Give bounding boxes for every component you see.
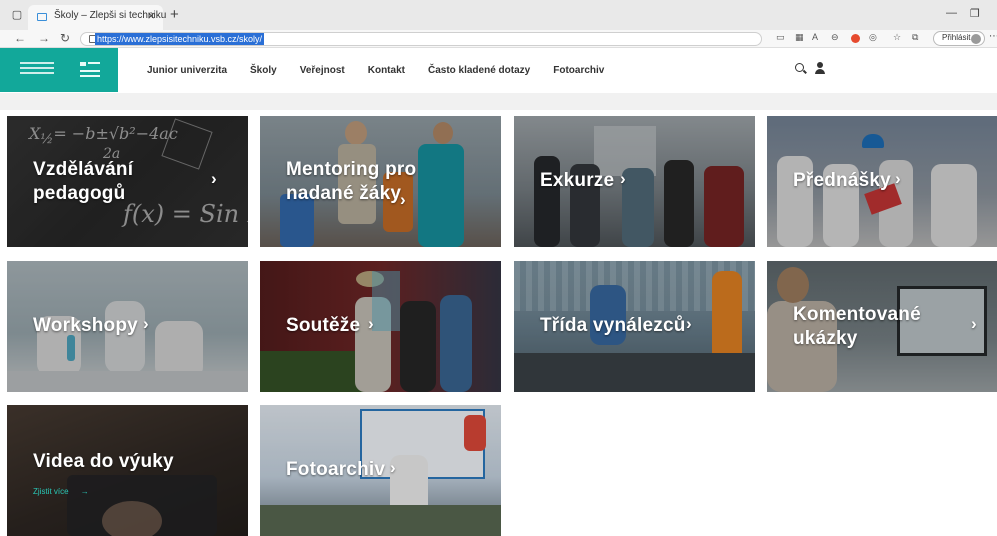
logo-text-line-icon bbox=[20, 62, 54, 64]
nav-item-faq[interactable]: Často kladené dotazy bbox=[428, 65, 530, 76]
new-tab-button[interactable]: + bbox=[170, 6, 179, 23]
tile-videa-do-vyuky[interactable]: Videa do výuky Zjistit více → bbox=[7, 405, 248, 536]
chevron-right-icon: › bbox=[211, 169, 217, 188]
logo-text-line-icon bbox=[20, 67, 54, 69]
forward-icon[interactable]: → bbox=[38, 31, 50, 45]
tile-title-line2: nadané žáky bbox=[286, 183, 402, 204]
tile-prednasky[interactable]: Přednášky › bbox=[767, 116, 997, 247]
tile-title-line1: Vzdělávání bbox=[33, 159, 134, 180]
chevron-right-icon: › bbox=[368, 314, 374, 333]
site-favicon-icon bbox=[37, 13, 47, 21]
read-aloud-icon[interactable]: A bbox=[812, 32, 818, 42]
chevron-right-icon: › bbox=[895, 169, 901, 188]
chevron-right-icon: › bbox=[390, 458, 396, 477]
tile-title-line1: Workshopy bbox=[33, 315, 138, 336]
signin-button[interactable]: Přihlásit bbox=[933, 31, 985, 46]
tab-close-icon[interactable]: × bbox=[147, 8, 155, 23]
arrow-right-icon: → bbox=[80, 487, 89, 496]
restore-icon[interactable]: ❐ bbox=[970, 7, 980, 20]
chevron-right-icon: › bbox=[143, 314, 149, 333]
tile-title-line1: Komentované bbox=[793, 304, 921, 325]
tile-title-line1: Exkurze bbox=[540, 170, 615, 191]
collections-icon[interactable]: ⧉ bbox=[912, 32, 918, 43]
search-icon[interactable] bbox=[795, 63, 804, 72]
tile-title-line1: Soutěže bbox=[286, 315, 361, 336]
tile-vzdelavani-pedagogu[interactable]: X½= −b±√b²−4ac 2a f(x) = Sin x Vzděláván… bbox=[7, 116, 248, 247]
user-icon[interactable] bbox=[815, 62, 825, 74]
nav-item-junior-univerzita[interactable]: Junior univerzita bbox=[147, 65, 227, 76]
back-icon[interactable]: ← bbox=[14, 31, 26, 45]
tile-title-line2: pedagogů bbox=[33, 183, 126, 204]
chevron-right-icon: › bbox=[620, 169, 626, 188]
apps-grid-icon[interactable]: ▦ bbox=[795, 32, 804, 43]
extension-shield-icon[interactable]: ◎ bbox=[869, 32, 877, 43]
url-text[interactable]: https://www.zlepsisitechniku.vsb.cz/skol… bbox=[95, 33, 265, 45]
browser-tab-bar: ▢ Školy – Zlepši si techniku × + — ❐ bbox=[0, 0, 997, 30]
site-logo[interactable] bbox=[0, 48, 118, 92]
tile-trida-vynalezcu[interactable]: Třída vynálezců › bbox=[514, 261, 755, 392]
url-field[interactable]: https://www.zlepsisitechniku.vsb.cz/skol… bbox=[80, 32, 762, 46]
browser-tab[interactable]: Školy – Zlepši si techniku × bbox=[28, 5, 166, 30]
content-top-spacer bbox=[0, 93, 997, 110]
tab-actions-icon[interactable]: ▢ bbox=[10, 8, 24, 22]
tile-workshopy[interactable]: Workshopy › bbox=[7, 261, 248, 392]
more-menu-icon[interactable]: ⋯ bbox=[989, 31, 997, 42]
site-header: Junior univerzita Školy Veřejnost Kontak… bbox=[0, 48, 997, 93]
nav-item-skoly[interactable]: Školy bbox=[250, 65, 277, 76]
chevron-right-icon: › bbox=[400, 190, 406, 209]
tile-komentovane-ukazky[interactable]: Komentované ukázky › bbox=[767, 261, 997, 392]
logo-text-line-icon bbox=[20, 72, 54, 74]
tile-title-line2: ukázky bbox=[793, 328, 858, 349]
screen-cast-icon[interactable]: ▭ bbox=[776, 32, 785, 43]
nav-item-fotoarchiv[interactable]: Fotoarchiv bbox=[553, 65, 604, 76]
zlepsi-si-techniku-logo-icon bbox=[80, 60, 100, 80]
tile-fotoarchiv[interactable]: Fotoarchiv › bbox=[260, 405, 501, 536]
zjistit-vice-link[interactable]: Zjistit více → bbox=[33, 487, 89, 496]
chevron-right-icon: › bbox=[971, 314, 977, 333]
extension-icon[interactable] bbox=[851, 34, 860, 43]
tile-title-line1: Videa do výuky bbox=[33, 451, 174, 472]
profile-avatar-icon bbox=[971, 34, 981, 44]
browser-address-bar: ← → ↻ https://www.zlepsisitechniku.vsb.c… bbox=[0, 30, 997, 48]
tile-title-line1: Mentoring pro bbox=[286, 159, 417, 180]
minimize-icon[interactable]: — bbox=[946, 7, 957, 19]
refresh-icon[interactable]: ↻ bbox=[60, 31, 70, 45]
tile-exkurze[interactable]: Exkurze › bbox=[514, 116, 755, 247]
tile-souteze[interactable]: Soutěže › bbox=[260, 261, 501, 392]
nav-item-verejnost[interactable]: Veřejnost bbox=[300, 65, 345, 76]
chevron-right-icon: › bbox=[686, 314, 692, 333]
zoom-icon[interactable]: ⊖ bbox=[831, 32, 839, 43]
tile-title-line1: Fotoarchiv bbox=[286, 459, 386, 480]
cta-label: Zjistit více bbox=[33, 487, 69, 496]
signin-label: Přihlásit bbox=[942, 33, 971, 42]
nav-item-kontakt[interactable]: Kontakt bbox=[368, 65, 405, 76]
tile-title-line1: Třída vynálezců bbox=[540, 315, 686, 336]
tile-mentoring[interactable]: Mentoring pro nadané žáky › bbox=[260, 116, 501, 247]
main-nav: Junior univerzita Školy Veřejnost Kontak… bbox=[147, 65, 627, 76]
favorites-icon[interactable]: ☆ bbox=[893, 32, 901, 43]
tile-title-line1: Přednášky bbox=[793, 170, 891, 191]
